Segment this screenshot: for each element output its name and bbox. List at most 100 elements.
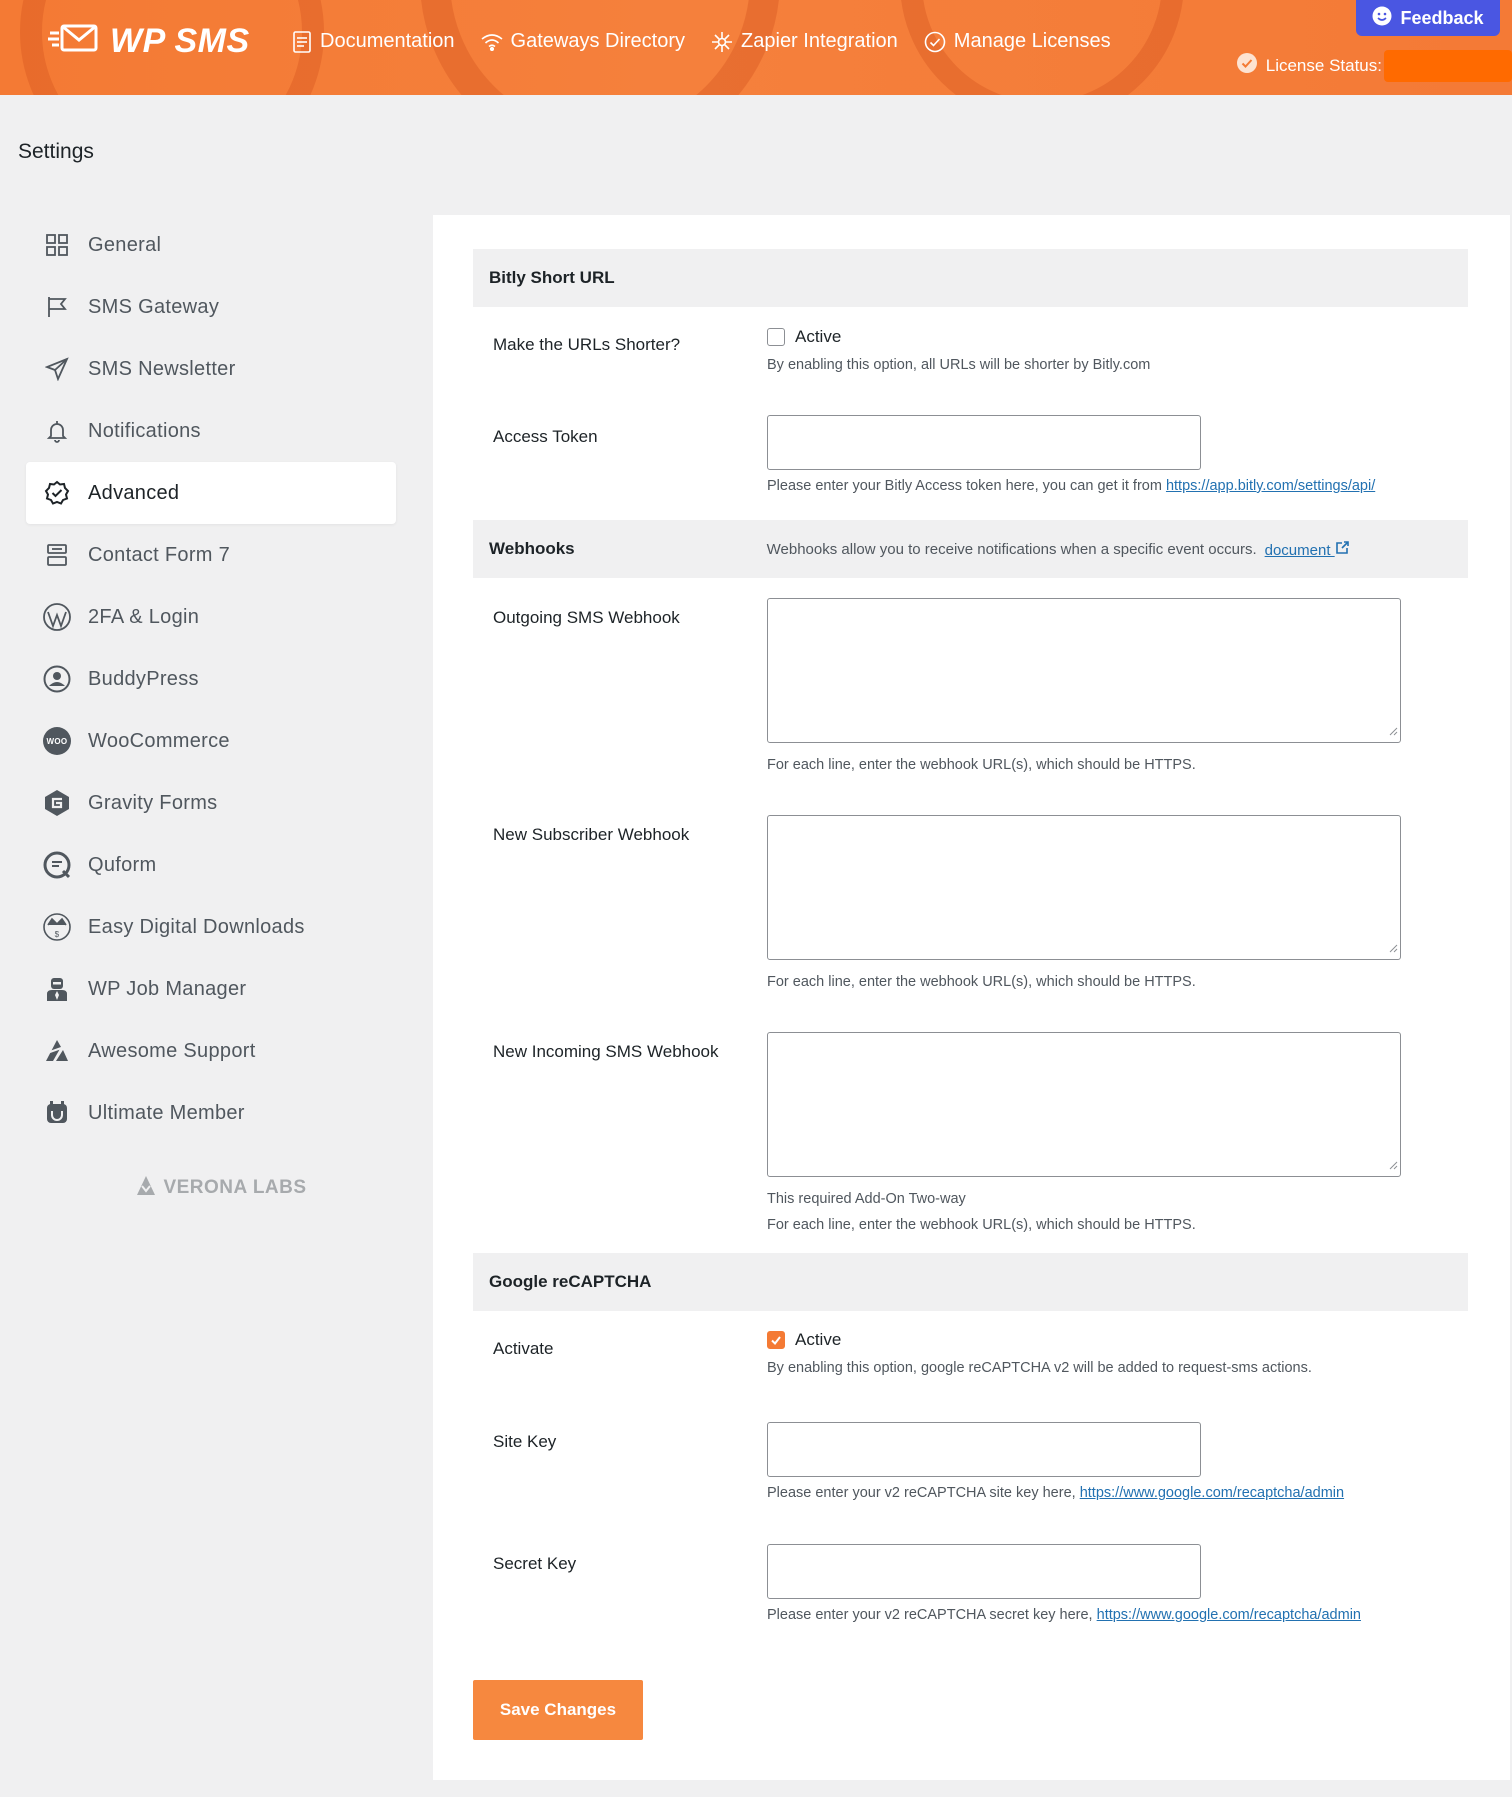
site-key-input[interactable] [767,1422,1201,1477]
nav-label: Zapier Integration [741,30,898,52]
bitly-active-checkbox[interactable] [767,328,785,346]
sidebar-item-ultimate-member[interactable]: Ultimate Member [26,1082,396,1144]
page-title: Settings [18,140,94,163]
settings-panel: Bitly Short URL Make the URLs Shorter? A… [433,215,1510,1780]
sidebar-item-sms-newsletter[interactable]: SMS Newsletter [26,338,396,400]
subscriber-webhook-field: For each line, enter the webhook URL(s),… [767,815,1401,990]
make-urls-shorter-field: Active By enabling this option, all URLs… [767,327,1150,373]
feedback-label: Feedback [1400,7,1484,28]
nav-manage-licenses[interactable]: Manage Licenses [924,30,1111,53]
incoming-webhook-label: New Incoming SMS Webhook [493,1042,719,1061]
sidebar-item-woocommerce[interactable]: WOO WooCommerce [26,710,396,772]
access-token-input[interactable] [767,415,1201,470]
recaptcha-admin-link[interactable]: https://www.google.com/recaptcha/admin [1080,1485,1344,1501]
bitly-api-link[interactable]: https://app.bitly.com/settings/api/ [1166,478,1375,494]
outgoing-webhook-field: For each line, enter the webhook URL(s),… [767,598,1401,773]
sidebar-item-notifications[interactable]: Notifications [26,400,396,462]
sidebar-item-label: Contact Form 7 [88,543,231,566]
sidebar-item-2fa-login[interactable]: 2FA & Login [26,586,396,648]
activate-field: Active By enabling this option, google r… [767,1330,1312,1376]
incoming-webhook-textarea[interactable] [767,1032,1401,1177]
help-text-prefix: Please enter your v2 reCAPTCHA site key … [767,1485,1076,1501]
outgoing-webhook-textarea[interactable] [767,598,1401,743]
section-description: Webhooks allow you to receive notificati… [766,540,1257,558]
section-header-recaptcha: Google reCAPTCHA [473,1253,1468,1311]
asterisk-icon [711,31,733,53]
wp-sms-logo[interactable]: WP SMS [48,22,250,61]
sidebar-item-quform[interactable]: Quform [26,834,396,896]
resize-grip-icon[interactable] [1388,723,1398,740]
help-text: By enabling this option, all URLs will b… [767,357,1151,373]
edd-icon: $ [42,912,72,942]
nav-label: Manage Licenses [953,30,1111,52]
svg-text:WOO: WOO [47,737,68,746]
section-header-webhooks: Webhooks Webhooks allow you to receive n… [473,520,1468,578]
save-changes-button[interactable]: Save Changes [473,1680,643,1740]
svg-text:$: $ [55,930,60,939]
flag-icon [42,292,72,322]
sidebar-item-label: Awesome Support [88,1039,256,1062]
logo-text: WP SMS [110,22,250,60]
resize-grip-icon[interactable] [1388,940,1398,957]
badge-check-icon [1236,52,1258,79]
help-text: Please enter your v2 reCAPTCHA site key … [767,1485,1344,1501]
sidebar-item-gravity-forms[interactable]: Gravity Forms [26,772,396,834]
sidebar-item-label: SMS Gateway [88,295,220,318]
subscriber-webhook-textarea[interactable] [767,815,1401,960]
sidebar-item-sms-gateway[interactable]: SMS Gateway [26,276,396,338]
smiley-icon [1372,6,1392,31]
site-key-label: Site Key [493,1432,557,1451]
add-on-note: This required Add-On Two-way [767,1191,966,1207]
wordpress-icon [42,602,72,632]
sidebar-item-label: SMS Newsletter [88,357,236,380]
external-link-icon [1335,540,1350,559]
access-token-field: Please enter your Bitly Access token her… [767,415,1375,494]
nav-zapier-integration[interactable]: Zapier Integration [711,30,898,53]
sidebar-item-general[interactable]: General [26,214,396,276]
secret-key-field: Please enter your v2 reCAPTCHA secret ke… [767,1544,1361,1623]
check-circle-icon [924,31,946,53]
job-manager-icon [42,974,72,1004]
feedback-button[interactable]: Feedback [1356,0,1500,36]
document-link[interactable]: document [1265,540,1350,559]
recaptcha-admin-link[interactable]: https://www.google.com/recaptcha/admin [1097,1607,1361,1623]
gravity-forms-icon [42,788,72,818]
sidebar-item-contact-form-7[interactable]: Contact Form 7 [26,524,396,586]
envelope-icon [48,23,100,60]
outgoing-webhook-label: Outgoing SMS Webhook [493,608,680,627]
verona-labs-logo: VERONA LABS [26,1174,396,1202]
verona-labs-icon [135,1174,157,1202]
secret-key-label: Secret Key [493,1554,577,1573]
document-link-label: document [1264,541,1331,559]
sidebar-item-label: General [88,233,162,256]
form-icon [42,540,72,570]
secret-key-input[interactable] [767,1544,1201,1599]
checkbox-label: Active [795,1330,842,1349]
sidebar-item-label: WooCommerce [88,729,230,752]
top-nav: Documentation Gateways Directory Zapier … [292,30,1111,53]
sidebar-item-easy-digital-downloads[interactable]: $ Easy Digital Downloads [26,896,396,958]
sidebar-item-buddypress[interactable]: BuddyPress [26,648,396,710]
sidebar-item-label: Ultimate Member [88,1101,245,1124]
license-value-redacted [1384,50,1512,82]
resize-grip-icon[interactable] [1388,1157,1398,1174]
verona-labs-text: VERONA LABS [163,1177,307,1198]
bell-icon [42,416,72,446]
nav-documentation[interactable]: Documentation [292,30,455,53]
recaptcha-active-checkbox-row[interactable]: Active [767,1330,1312,1350]
sidebar-item-awesome-support[interactable]: Awesome Support [26,1020,396,1082]
sidebar-item-label: WP Job Manager [88,977,247,1000]
sidebar-item-advanced[interactable]: Advanced [26,462,396,524]
sidebar-item-label: Notifications [88,419,201,442]
section-title: Google reCAPTCHA [489,1272,652,1291]
top-bar: WP SMS Documentation Gateways Directory … [0,0,1512,95]
sidebar-item-label: Gravity Forms [88,791,218,814]
nav-gateways-directory[interactable]: Gateways Directory [481,30,685,53]
sidebar-item-wp-job-manager[interactable]: WP Job Manager [26,958,396,1020]
recaptcha-active-checkbox[interactable] [767,1331,785,1349]
sidebar-item-label: 2FA & Login [88,605,200,628]
bitly-active-checkbox-row[interactable]: Active [767,327,1150,347]
license-label: License Status: [1265,55,1382,75]
wifi-icon [481,33,503,51]
settings-sidebar: General SMS Gateway SMS Newsletter Notif… [26,214,396,1202]
